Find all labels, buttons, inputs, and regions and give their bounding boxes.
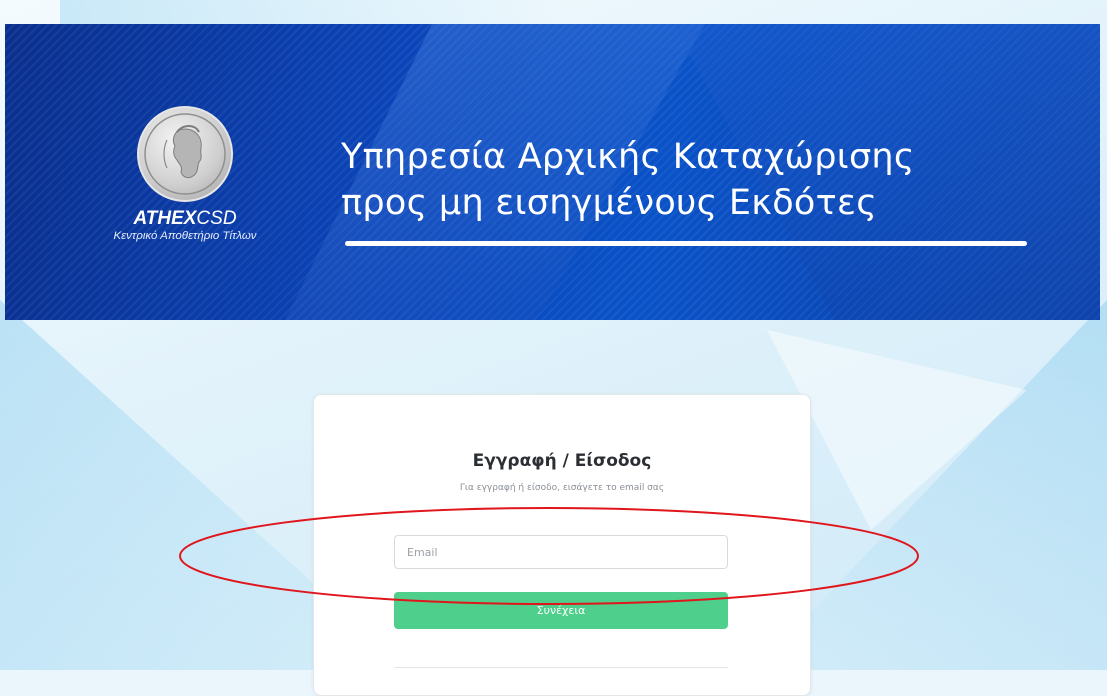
headline-line-1: Υπηρεσία Αρχικής Καταχώρισης: [341, 137, 915, 177]
login-card: Εγγραφή / Είσοδος Για εγγραφή ή είσοδο, …: [313, 394, 811, 696]
brand-light: CSD: [196, 208, 237, 229]
hermes-coin-icon: [137, 106, 233, 202]
card-title: Εγγραφή / Είσοδος: [472, 451, 652, 471]
continue-button[interactable]: Συνέχεια: [394, 592, 728, 629]
card-divider: [394, 667, 728, 668]
headline-line-2: προς μη εισηγμένους Εκδότες: [341, 183, 878, 223]
athexcsd-logo[interactable]: ATHEXCSD Κεντρικό Αποθετήριο Τίτλων: [85, 106, 285, 242]
header-banner: ATHEXCSD Κεντρικό Αποθετήριο Τίτλων Υπηρ…: [5, 24, 1100, 320]
email-input[interactable]: [394, 535, 728, 569]
brand-bold: ATHEX: [133, 208, 197, 229]
headline-underline: [345, 241, 1027, 246]
brand-tagline: Κεντρικό Αποθετήριο Τίτλων: [113, 230, 257, 242]
brand-name: ATHEXCSD: [85, 208, 285, 230]
card-subtitle: Για εγγραφή ή είσοδο, εισάγετε το email …: [459, 483, 665, 493]
page-headline: Υπηρεσία Αρχικής Καταχώρισης προς μη εισ…: [341, 134, 915, 226]
